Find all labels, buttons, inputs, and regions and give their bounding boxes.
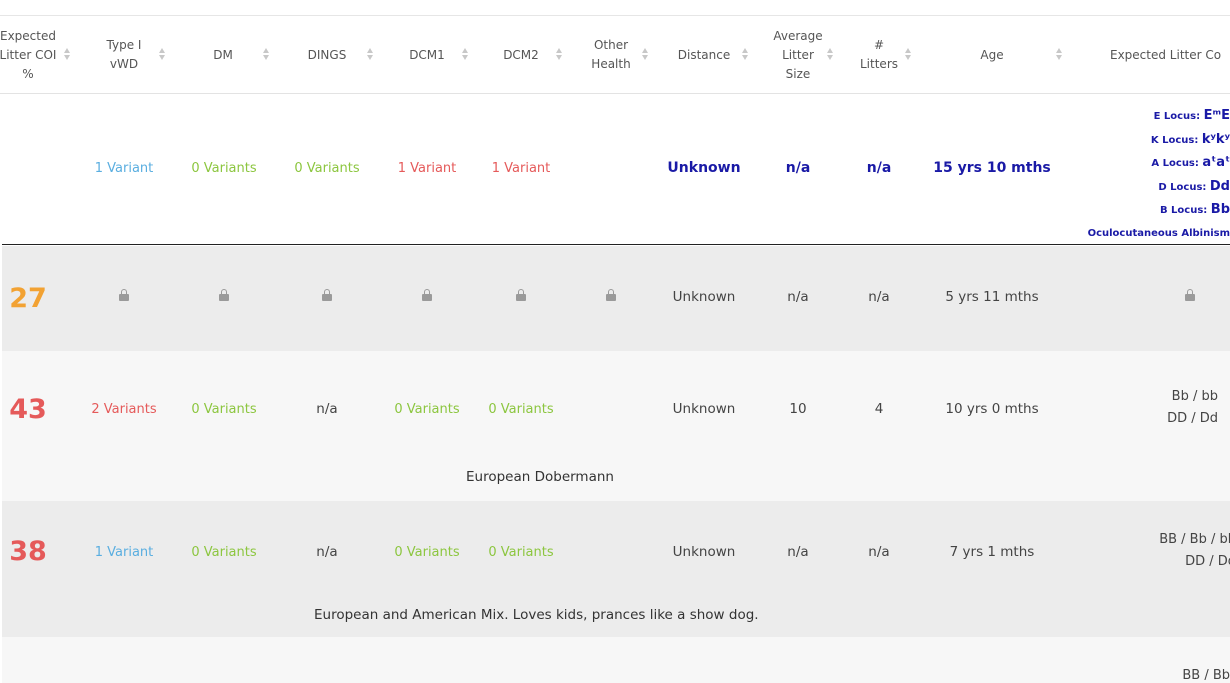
dcm1-value[interactable]: 0 Variants: [385, 399, 469, 419]
sort-arrows-icon[interactable]: [827, 46, 834, 62]
expected-litter-colors: BB / Bb: [1110, 665, 1230, 683]
sort-arrows-icon[interactable]: [1056, 46, 1063, 62]
color-genotype: BB / Bb: [1182, 668, 1230, 683]
coi-value: 38: [9, 535, 47, 567]
lock-icon: [219, 289, 229, 302]
dcm2-value[interactable]: 0 Variants: [479, 399, 563, 419]
summary-vwd[interactable]: 1 Variant: [82, 158, 166, 178]
color-genotype: DD / Dd: [1167, 411, 1218, 426]
expected-litter-colors: BB / Bb / bb DD / Dd: [1110, 529, 1230, 573]
sort-arrows-icon[interactable]: [64, 46, 71, 62]
locus-d: D Locus: Dd: [1158, 178, 1230, 194]
dings-locked: [285, 289, 369, 305]
lock-icon: [606, 289, 616, 302]
age-value: 7 yrs 1 mths: [949, 544, 1035, 560]
row-description: European and American Mix. Loves kids, p…: [314, 607, 759, 623]
dcm1-value[interactable]: 0 Variants: [385, 542, 469, 562]
litters-value: n/a: [868, 289, 890, 305]
table-row[interactable]: BB / Bb: [2, 637, 1230, 683]
lock-icon: [516, 289, 526, 302]
lock-icon: [422, 289, 432, 302]
summary-loci-list: E Locus: EᵐE K Locus: kʸkʸ A Locus: aᵗaᵗ…: [1070, 105, 1230, 245]
header-dcm2[interactable]: DCM2: [489, 16, 553, 94]
litters-value: 4: [874, 401, 884, 417]
sort-arrows-icon[interactable]: [556, 46, 563, 62]
sort-arrows-icon[interactable]: [905, 46, 912, 62]
header-dm[interactable]: DM: [191, 16, 255, 94]
header-age[interactable]: Age: [942, 16, 1042, 94]
header-dings[interactable]: DINGS: [295, 16, 359, 94]
header-average-litter-size[interactable]: Average Litter Size: [766, 16, 830, 94]
locus-b: B Locus: Bb: [1159, 202, 1230, 217]
vwd-value[interactable]: 1 Variant: [82, 542, 166, 562]
average-litter-size-value: n/a: [787, 544, 809, 560]
summary-dings[interactable]: 0 Variants: [285, 158, 369, 178]
summary-age: 15 yrs 10 mths: [933, 160, 1051, 176]
dings-value: n/a: [316, 544, 338, 560]
vwd-locked: [82, 289, 166, 305]
age-value: 5 yrs 11 mths: [945, 289, 1039, 305]
sort-arrows-icon[interactable]: [159, 46, 166, 62]
table-row[interactable]: 43 2 Variants 0 Variants n/a 0 Variants …: [2, 351, 1230, 501]
header-distance[interactable]: Distance: [664, 16, 744, 94]
header-vwd[interactable]: Type I vWD: [92, 16, 156, 94]
sort-arrows-icon[interactable]: [367, 46, 374, 62]
age-value: 10 yrs 0 mths: [945, 401, 1039, 417]
sort-arrows-icon[interactable]: [263, 46, 270, 62]
color-genotype: DD / Dd: [1185, 554, 1230, 569]
header-other-health[interactable]: Other Health: [579, 16, 643, 94]
lock-icon: [322, 289, 332, 302]
color-genotype: Bb / bb: [1171, 389, 1218, 404]
header-expected-litter-color[interactable]: Expected Litter Co: [1110, 16, 1230, 94]
distance-value: Unknown: [672, 544, 736, 560]
lock-icon: [119, 289, 129, 302]
table-row[interactable]: 27 Unknown n/a n/a 5 yrs 11 mths: [2, 246, 1230, 351]
lock-icon: [1185, 289, 1195, 302]
table-row[interactable]: 38 1 Variant 0 Variants n/a 0 Variants 0…: [2, 501, 1230, 637]
summary-row: 1 Variant 0 Variants 0 Variants 1 Varian…: [2, 95, 1230, 245]
sort-arrows-icon[interactable]: [462, 46, 469, 62]
dings-value: n/a: [316, 401, 338, 417]
locus-a: A Locus: aᵗaᵗ: [1151, 155, 1230, 170]
expected-litter-colors: Bb / bb DD / Dd: [1110, 386, 1218, 430]
color-genotype: BB / Bb / bb: [1159, 532, 1230, 547]
header-dcm1[interactable]: DCM1: [395, 16, 459, 94]
litter-comparison-table: Expected Litter COI % Type I vWD DM DING…: [0, 0, 1230, 683]
locus-e: E Locus: EᵐE: [1153, 108, 1230, 123]
table-header-row: Expected Litter COI % Type I vWD DM DING…: [0, 16, 1230, 94]
distance-value: Unknown: [672, 401, 736, 417]
other-health-locked: [569, 289, 653, 305]
sort-arrows-icon[interactable]: [642, 46, 649, 62]
dcm2-value[interactable]: 0 Variants: [479, 542, 563, 562]
litters-value: n/a: [868, 544, 890, 560]
summary-litters: n/a: [866, 160, 892, 176]
vwd-value[interactable]: 2 Variants: [82, 399, 166, 419]
average-litter-size-value: n/a: [787, 289, 809, 305]
summary-average-litter-size: n/a: [785, 160, 811, 176]
color-locked: [1170, 289, 1210, 305]
dcm1-locked: [385, 289, 469, 305]
row-description: European Dobermann: [466, 469, 614, 485]
locus-albinism: Oculocutaneous Albinism: [1087, 227, 1230, 239]
summary-distance: Unknown: [667, 160, 741, 176]
dm-locked: [182, 289, 266, 305]
coi-value: [2, 673, 56, 683]
dm-value[interactable]: 0 Variants: [182, 399, 266, 419]
header-litters[interactable]: # Litters: [847, 16, 911, 94]
sort-arrows-icon[interactable]: [742, 46, 749, 62]
coi-value: 43: [9, 393, 47, 425]
summary-dcm2[interactable]: 1 Variant: [479, 158, 563, 178]
average-litter-size-value: 10: [789, 401, 807, 417]
locus-k: K Locus: kʸkʸ: [1150, 131, 1230, 147]
dm-value[interactable]: 0 Variants: [182, 542, 266, 562]
summary-dcm1[interactable]: 1 Variant: [385, 158, 469, 178]
coi-value: 27: [9, 282, 47, 314]
dcm2-locked: [479, 289, 563, 305]
distance-value: Unknown: [672, 289, 736, 305]
summary-dm[interactable]: 0 Variants: [182, 158, 266, 178]
header-coi[interactable]: Expected Litter COI %: [0, 16, 60, 94]
